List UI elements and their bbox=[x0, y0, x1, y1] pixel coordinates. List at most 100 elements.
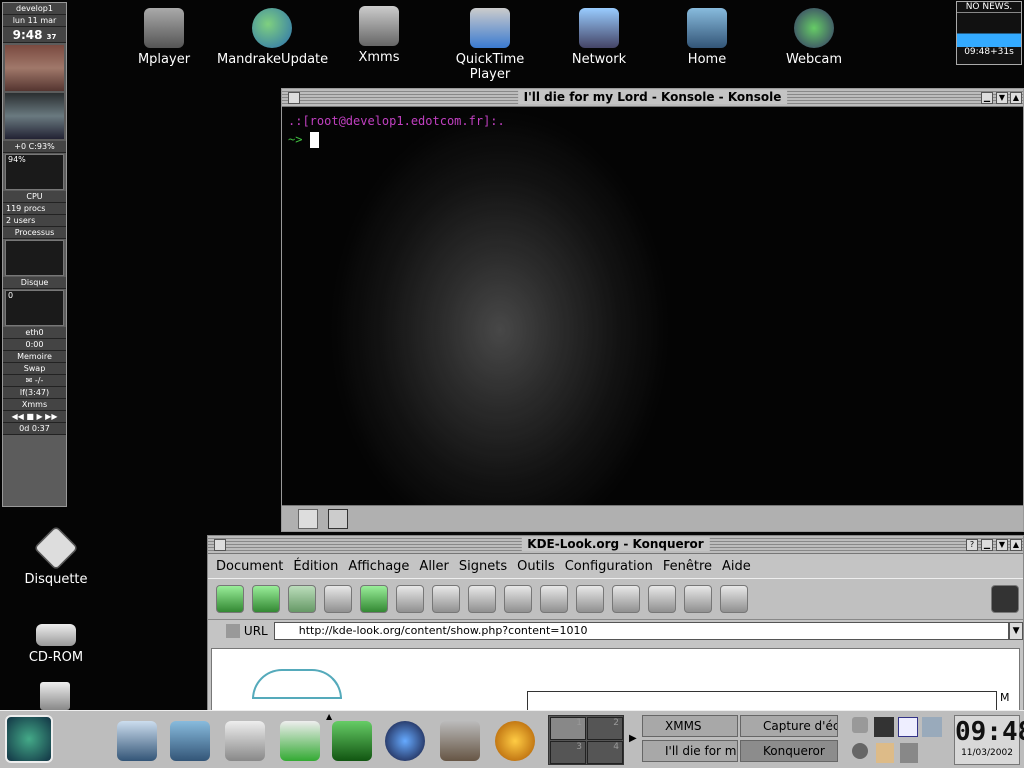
desktop-icon-webcam[interactable]: Webcam bbox=[759, 8, 869, 67]
security-lock-icon[interactable] bbox=[720, 585, 748, 613]
menu-signets[interactable]: Signets bbox=[459, 559, 507, 574]
konsole-window[interactable]: I'll die for my Lord - Konsole - Konsole… bbox=[281, 88, 1024, 532]
konqueror-window[interactable]: KDE-Look.org - Konqueror ? ▁ ▼ ▲ Documen… bbox=[207, 535, 1024, 715]
help-button[interactable]: ? bbox=[966, 539, 978, 551]
minimize-button[interactable]: ▁ bbox=[981, 539, 993, 551]
maximize-button[interactable]: ▼ bbox=[996, 92, 1008, 104]
clear-location-icon[interactable] bbox=[226, 624, 240, 638]
session-tab-icon[interactable] bbox=[328, 509, 348, 529]
mail-icon[interactable] bbox=[280, 721, 320, 761]
fullscreen-icon[interactable] bbox=[576, 585, 604, 613]
news-applet[interactable]: NO NEWS. 09:48+31s bbox=[956, 1, 1022, 65]
reload-icon[interactable] bbox=[360, 585, 388, 613]
page-content[interactable]: M bbox=[211, 648, 1020, 714]
copy-icon[interactable] bbox=[468, 585, 496, 613]
terminal-area[interactable]: .:[root@develop1.edotcom.fr]:. ~> bbox=[284, 108, 1021, 505]
stop-icon[interactable] bbox=[396, 585, 424, 613]
cut-icon[interactable] bbox=[432, 585, 460, 613]
menu-affichage[interactable]: Affichage bbox=[348, 559, 409, 574]
lock-screen-icon[interactable] bbox=[852, 717, 868, 733]
maximize-button[interactable]: ▼ bbox=[996, 539, 1008, 551]
kde-gear-icon[interactable] bbox=[991, 585, 1019, 613]
pager-desktop-4[interactable]: 4 bbox=[587, 741, 623, 764]
task-konqueror[interactable]: Konqueror bbox=[740, 740, 838, 762]
webcam-icon bbox=[794, 8, 834, 48]
editor-icon[interactable] bbox=[225, 721, 265, 761]
browser-icon[interactable] bbox=[385, 721, 425, 761]
menu-edition[interactable]: Édition bbox=[293, 559, 338, 574]
menu-aller[interactable]: Aller bbox=[419, 559, 448, 574]
pager-desktop-2[interactable]: 2 bbox=[587, 717, 623, 740]
clipboard-icon[interactable] bbox=[876, 743, 894, 763]
control-center-icon[interactable] bbox=[117, 721, 157, 761]
menu-outils[interactable]: Outils bbox=[517, 559, 555, 574]
back-arrow-icon[interactable] bbox=[252, 585, 280, 613]
tray-konsole-icon[interactable] bbox=[874, 717, 894, 737]
cdrom-icon bbox=[36, 624, 76, 646]
package-manager-icon[interactable] bbox=[62, 721, 102, 761]
minimize-button[interactable]: ▁ bbox=[981, 92, 993, 104]
task-xmms[interactable]: XMMS bbox=[642, 715, 738, 737]
desktop-icon-cdrom[interactable]: CD-ROM bbox=[1, 614, 111, 665]
task-scroll-arrow-icon[interactable]: ▶ bbox=[629, 733, 637, 744]
window-menu-button[interactable] bbox=[214, 539, 226, 551]
desktop-icon-mplayer[interactable]: Mplayer bbox=[109, 8, 219, 67]
task-konsole[interactable]: I'll die for my bbox=[642, 740, 738, 762]
desktop-icon-disquette[interactable]: Disquette bbox=[1, 525, 111, 587]
desktop-icon-home[interactable]: Home bbox=[652, 8, 762, 67]
desktop-icon-label: QuickTime Player bbox=[455, 52, 525, 82]
panel-clock[interactable]: 09:48 11/03/2002 bbox=[954, 715, 1024, 765]
pager-label: 3 bbox=[576, 742, 582, 752]
menubar: Document Édition Affichage Aller Signets… bbox=[208, 554, 1023, 578]
terminal-icon[interactable] bbox=[332, 721, 372, 761]
url-dropdown-icon[interactable]: ▼ bbox=[1009, 622, 1023, 640]
home-icon[interactable] bbox=[324, 585, 352, 613]
desktop-icon-quicktime[interactable]: QuickTime Player bbox=[435, 8, 545, 82]
settings-wrench-icon[interactable] bbox=[900, 743, 918, 763]
forward-arrow-icon[interactable] bbox=[288, 585, 316, 613]
gk-mail[interactable]: ✉ -/- bbox=[3, 375, 66, 387]
printer-icon[interactable] bbox=[40, 682, 70, 710]
pager-desktop-1[interactable]: 1 bbox=[550, 717, 586, 740]
quanta-icon[interactable] bbox=[495, 721, 535, 761]
zoom-in-icon[interactable] bbox=[648, 585, 676, 613]
konqueror-titlebar[interactable]: KDE-Look.org - Konqueror ? ▁ ▼ ▲ bbox=[208, 536, 1023, 554]
gk-xmms-controls[interactable]: ◀◀ ■ ▶ ▶▶ bbox=[3, 411, 66, 423]
konsole-tabbar bbox=[282, 505, 1023, 531]
menu-document[interactable]: Document bbox=[216, 559, 283, 574]
pager-desktop-3[interactable]: 3 bbox=[550, 741, 586, 764]
url-input[interactable]: http://kde-look.org/content/show.php?con… bbox=[273, 622, 1010, 640]
home-folder-icon[interactable] bbox=[170, 721, 210, 761]
volume-icon[interactable] bbox=[922, 717, 942, 737]
k-menu-icon[interactable] bbox=[5, 715, 53, 763]
logout-icon[interactable] bbox=[852, 743, 868, 759]
zoom-out-icon[interactable] bbox=[684, 585, 712, 613]
desktop-pager[interactable]: 1 2 3 4 bbox=[548, 715, 624, 765]
gk-xmms[interactable]: Xmms bbox=[3, 399, 66, 411]
up-arrow-icon[interactable] bbox=[216, 585, 244, 613]
gk-date: lun 11 mar bbox=[3, 15, 66, 27]
gimp-icon[interactable] bbox=[440, 721, 480, 761]
content-tab-label: M bbox=[1000, 691, 1010, 704]
find-icon[interactable] bbox=[612, 585, 640, 613]
gk-seconds: 37 bbox=[46, 33, 57, 41]
print-icon[interactable] bbox=[540, 585, 568, 613]
window-menu-button[interactable] bbox=[288, 92, 300, 104]
konsole-titlebar[interactable]: I'll die for my Lord - Konsole - Konsole… bbox=[282, 89, 1023, 107]
menu-configuration[interactable]: Configuration bbox=[565, 559, 653, 574]
paste-icon[interactable] bbox=[504, 585, 532, 613]
menu-fenetre[interactable]: Fenêtre bbox=[663, 559, 712, 574]
location-bar: URL http://kde-look.org/content/show.php… bbox=[208, 620, 1023, 642]
quicktime-icon bbox=[470, 8, 510, 48]
task-capture[interactable]: Capture d'éc bbox=[740, 715, 838, 737]
desktop-icon-network[interactable]: Network bbox=[544, 8, 654, 67]
close-button[interactable]: ▲ bbox=[1010, 92, 1022, 104]
desktop-icon-label: Network bbox=[571, 52, 627, 67]
close-button[interactable]: ▲ bbox=[1010, 539, 1022, 551]
menu-aide[interactable]: Aide bbox=[722, 559, 751, 574]
panel-arrow-icon[interactable]: ▲ bbox=[326, 712, 332, 721]
calendar-icon[interactable] bbox=[898, 717, 918, 737]
desktop-icon-xmms[interactable]: Xmms bbox=[324, 6, 434, 65]
desktop-icon-mandrakeupdate[interactable]: MandrakeUpdate bbox=[217, 8, 328, 67]
new-session-icon[interactable] bbox=[298, 509, 318, 529]
